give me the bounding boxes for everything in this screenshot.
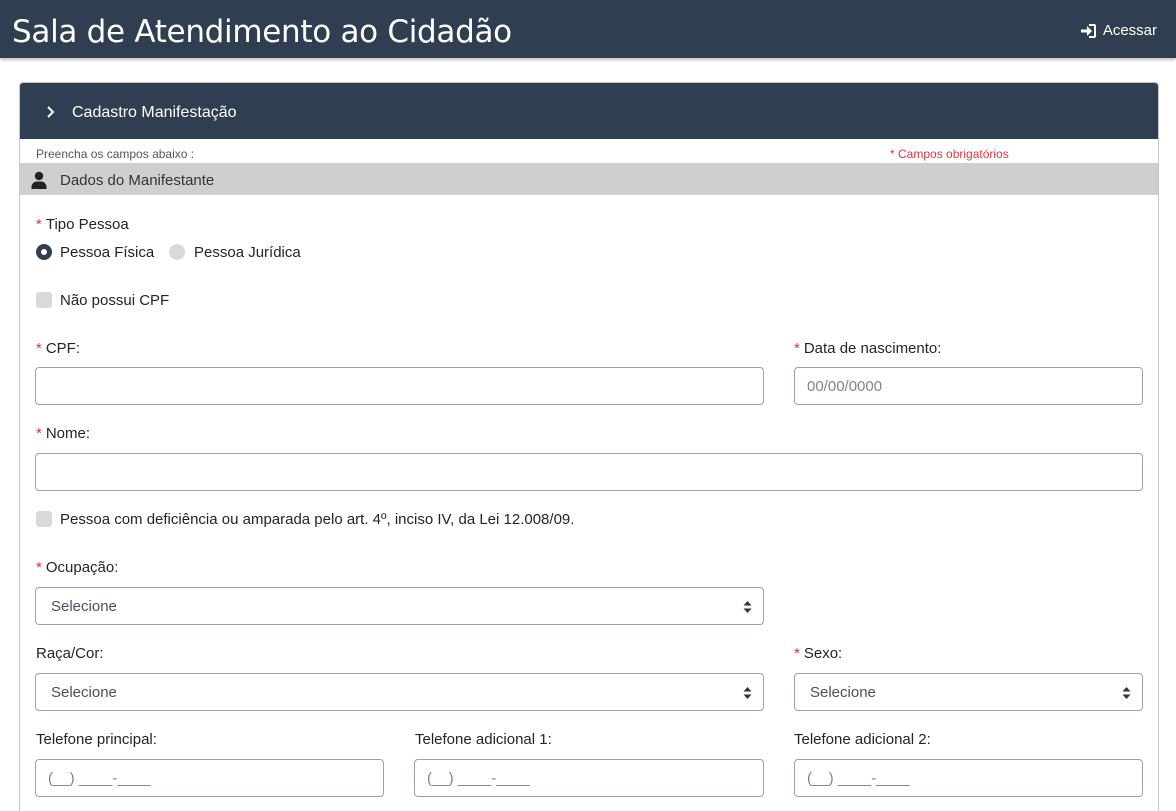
telefone-adicional-1-input[interactable] <box>414 759 764 797</box>
tipo-pessoa-label: * Tipo Pessoa <box>36 216 129 233</box>
cpf-input[interactable] <box>35 367 764 405</box>
radio-pessoa-fisica[interactable] <box>36 244 52 260</box>
ocupacao-select[interactable]: Selecione <box>35 587 764 625</box>
user-icon <box>31 171 47 189</box>
nao-possui-cpf-label[interactable]: Não possui CPF <box>60 292 169 309</box>
login-label: Acessar <box>1102 22 1157 39</box>
sexo-select[interactable]: Selecione <box>794 673 1143 711</box>
raca-cor-select-value: Selecione <box>51 684 117 701</box>
card-header-toggle[interactable]: Cadastro Manifestação <box>20 83 1158 139</box>
telefone-adicional-1-label: Telefone adicional 1: <box>415 731 552 748</box>
deficiencia-checkbox[interactable] <box>36 511 52 527</box>
telefone-principal-input[interactable] <box>35 759 384 797</box>
nao-possui-cpf-checkbox[interactable] <box>36 292 52 308</box>
ocupacao-label: * Ocupação: <box>36 559 119 576</box>
radio-pessoa-juridica[interactable] <box>169 244 185 260</box>
data-nascimento-label: * Data de nascimento: <box>794 340 942 357</box>
app-title: Sala de Atendimento ao Cidadão <box>12 14 512 50</box>
sexo-select-value: Selecione <box>810 684 876 701</box>
sort-icon <box>1122 687 1131 699</box>
cpf-label: * CPF: <box>36 340 81 357</box>
data-nascimento-input[interactable] <box>794 367 1143 405</box>
card-header-title: Cadastro Manifestação <box>72 104 237 121</box>
form-hint: Preencha os campos abaixo : <box>36 147 195 161</box>
radio-pessoa-fisica-label[interactable]: Pessoa Física <box>60 244 154 261</box>
sort-icon <box>743 601 752 613</box>
cadastro-card: Cadastro Manifestação Preencha os campos… <box>19 82 1159 811</box>
raca-cor-label: Raça/Cor: <box>36 645 104 662</box>
login-button[interactable]: Acessar <box>1080 22 1157 39</box>
section-title: Dados do Manifestante <box>60 172 215 189</box>
radio-pessoa-juridica-label[interactable]: Pessoa Jurídica <box>194 244 301 261</box>
nome-input[interactable] <box>35 453 1143 491</box>
sort-icon <box>743 687 752 699</box>
telefone-adicional-2-input[interactable] <box>794 759 1143 797</box>
sexo-label: * Sexo: <box>794 645 843 662</box>
ocupacao-select-value: Selecione <box>51 598 117 615</box>
chevron-right-icon <box>47 106 55 118</box>
required-fields-note: * Campos obrigatórios <box>890 147 1009 161</box>
telefone-principal-label: Telefone principal: <box>36 731 157 748</box>
telefone-adicional-2-label: Telefone adicional 2: <box>794 731 931 748</box>
top-navbar: Sala de Atendimento ao Cidadão Acessar <box>0 0 1176 58</box>
raca-cor-select[interactable]: Selecione <box>35 673 764 711</box>
sign-in-icon <box>1080 23 1096 38</box>
deficiencia-label[interactable]: Pessoa com deficiência ou amparada pelo … <box>60 511 574 528</box>
nome-label: * Nome: <box>36 425 91 442</box>
